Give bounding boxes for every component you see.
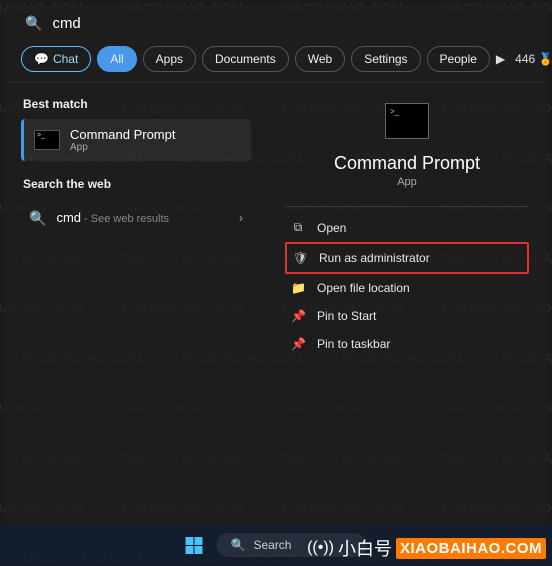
tab-documents[interactable]: Documents [202,46,289,72]
divider [285,206,529,207]
cmd-icon [34,130,60,150]
web-result-cmd[interactable]: 🔍 cmd - See web results › [21,199,251,237]
result-command-prompt[interactable]: Command Prompt App [21,119,251,161]
shield-icon: 🛡 [293,251,307,265]
play-icon[interactable]: ▶ [496,52,505,66]
action-open-file-location[interactable]: 📁Open file location [285,274,529,302]
tab-chat[interactable]: 💬Chat [21,46,91,72]
action-open[interactable]: ⧉Open [285,213,529,242]
folder-icon: 📁 [291,281,305,295]
tab-apps[interactable]: Apps [143,46,196,72]
rewards-points[interactable]: 446🏅 [515,52,552,66]
pin-icon: 📌 [291,337,305,351]
filter-tabs: 💬Chat All Apps Documents Web Settings Pe… [5,36,547,83]
start-button[interactable] [186,537,203,554]
best-match-heading: Best match [23,97,249,111]
tab-people[interactable]: People [427,46,490,72]
action-pin-to-start[interactable]: 📌Pin to Start [285,302,529,330]
open-icon: ⧉ [291,220,305,235]
app-thumbnail [385,103,429,139]
search-icon: 🔍 [231,538,246,552]
signal-icon: ((•)) [307,539,334,557]
search-icon: 🔍 [25,15,42,32]
action-pin-to-taskbar[interactable]: 📌Pin to taskbar [285,330,529,358]
search-icon: 🔍 [29,210,46,227]
tab-settings[interactable]: Settings [351,46,420,72]
tab-web[interactable]: Web [295,46,345,72]
chevron-right-icon: › [239,211,243,225]
preview-title: Command Prompt [285,153,529,174]
search-web-heading: Search the web [23,177,249,191]
pin-icon: 📌 [291,309,305,323]
trophy-icon: 🏅 [538,52,552,66]
preview-column: Command Prompt App ⧉Open 🛡Run as adminis… [267,83,547,507]
action-run-as-administrator[interactable]: 🛡Run as administrator [285,242,529,274]
search-bar[interactable]: 🔍 [5,5,547,36]
chat-icon: 💬 [34,52,49,66]
results-column: Best match Command Prompt App Search the… [5,83,267,507]
search-input[interactable] [52,15,527,32]
watermark-brand: ((•)) 小白号 XIAOBAIHAO.COM [307,535,546,561]
preview-type: App [285,176,529,188]
tab-all[interactable]: All [97,46,136,72]
